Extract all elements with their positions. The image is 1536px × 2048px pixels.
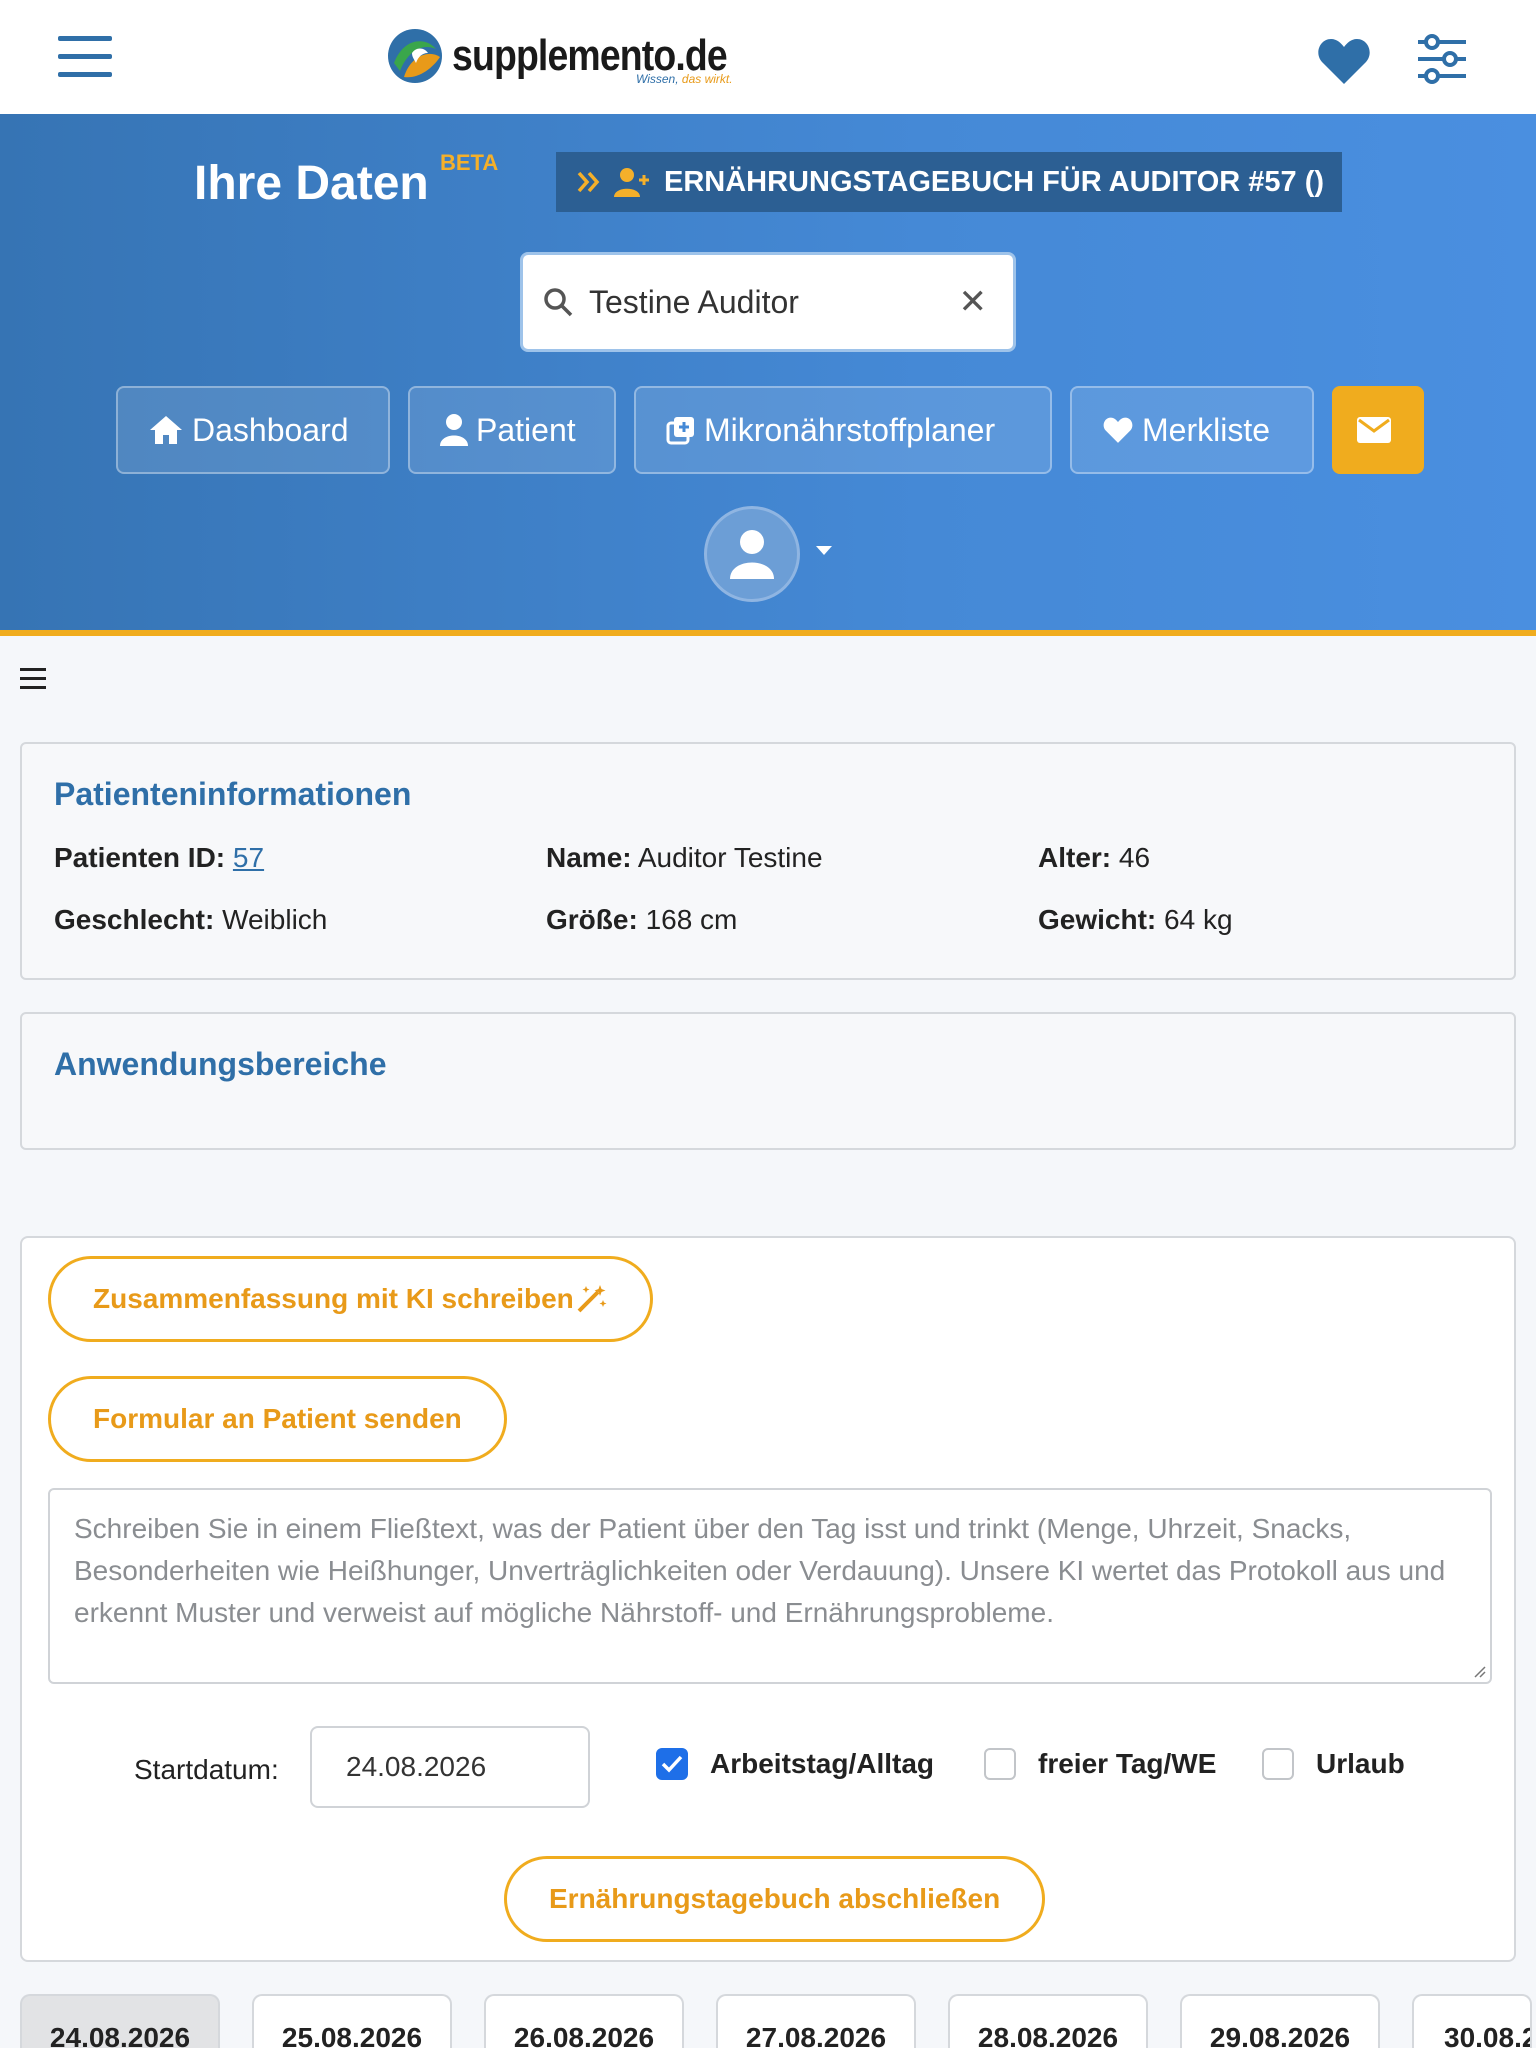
magic-wand-icon [577, 1285, 607, 1313]
patient-search[interactable]: Testine Auditor ✕ [520, 252, 1016, 352]
patient-weight-value: 64 kg [1164, 904, 1233, 935]
check-icon [661, 1755, 683, 1773]
main-nav: Dashboard Patient Mikronährstoffplaner M… [116, 386, 1424, 474]
dayoff-label: freier Tag/WE [1038, 1748, 1217, 1779]
ai-summary-label: Zusammenfassung mit KI schreiben [93, 1283, 574, 1314]
start-date-value: 24.08.2026 [346, 1751, 487, 1782]
envelope-icon [1357, 417, 1391, 443]
heart-icon [1103, 417, 1133, 443]
date-tab[interactable]: 27.08.2026 [716, 1994, 916, 2048]
date-tab[interactable]: 29.08.2026 [1180, 1994, 1380, 2048]
vacation-label: Urlaub [1316, 1748, 1405, 1779]
date-tab[interactable]: 30.08.2026 [1412, 1994, 1532, 2048]
search-input[interactable]: Testine Auditor [589, 284, 959, 321]
settings-sliders-icon[interactable] [1416, 34, 1468, 84]
user-avatar[interactable] [704, 506, 800, 602]
double-chevron-right-icon [576, 169, 602, 195]
patient-id-label: Patienten ID: [54, 842, 226, 873]
top-bar: supplemento.de Wissen, das wirkt. [0, 0, 1536, 114]
mail-button[interactable] [1332, 386, 1424, 474]
application-areas-title: Anwendungsbereiche [54, 1046, 387, 1082]
favorites-heart-icon[interactable] [1316, 36, 1372, 86]
beta-badge: BETA [440, 150, 499, 175]
logo-tagline-a: Wissen, [636, 72, 682, 86]
patient-name-row: Name: Auditor Testine [546, 842, 1038, 874]
workday-checkbox[interactable]: Arbeitstag/Alltag [656, 1748, 934, 1780]
diary-textarea-placeholder: Schreiben Sie in einem Fließtext, was de… [74, 1513, 1446, 1628]
patient-age-row: Alter: 46 [1038, 842, 1494, 874]
main-menu-icon[interactable] [58, 36, 112, 78]
workday-label: Arbeitstag/Alltag [710, 1748, 935, 1779]
nav-patient-button[interactable]: Patient [408, 386, 616, 474]
nav-watchlist-button[interactable]: Merkliste [1070, 386, 1314, 474]
send-form-button[interactable]: Formular an Patient senden [48, 1376, 507, 1462]
avatar-caret-down-icon[interactable] [816, 546, 832, 555]
patient-name-value: Auditor Testine [637, 842, 823, 873]
patient-gender-value: Weiblich [222, 904, 328, 935]
patient-height-label: Größe: [546, 904, 638, 935]
finish-diary-button[interactable]: Ernährungstagebuch abschließen [504, 1856, 1046, 1942]
patient-info-title: Patienteninformationen [54, 776, 412, 812]
date-tab[interactable]: 26.08.2026 [484, 1994, 684, 2048]
date-tab[interactable]: 24.08.2026 [20, 1994, 220, 2048]
logo-tagline-b: das wirkt. [681, 72, 733, 86]
date-tab[interactable]: 25.08.2026 [252, 1994, 452, 2048]
dayoff-checkbox[interactable]: freier Tag/WE [984, 1748, 1216, 1780]
diary-banner[interactable]: ERNÄHRUNGSTAGEBUCH FÜR AUDITOR #57 () [556, 152, 1342, 212]
start-date-input[interactable]: 24.08.2026 [310, 1726, 590, 1808]
nav-planner-button[interactable]: Mikronährstoffplaner [634, 386, 1052, 474]
logo-tagline: Wissen, das wirkt. [636, 72, 733, 86]
finish-diary-label: Ernährungstagebuch abschließen [549, 1883, 1001, 1914]
patient-id-row: Patienten ID: 57 [54, 842, 546, 874]
patient-height-row: Größe: 168 cm [546, 904, 1038, 936]
nav-planner-label: Mikronährstoffplaner [704, 411, 996, 448]
clear-search-icon[interactable]: ✕ [959, 282, 988, 322]
dayoff-checkbox-box[interactable] [984, 1748, 1016, 1780]
patient-info-grid: Patienten ID: 57 Name: Auditor Testine A… [54, 842, 1494, 936]
patient-name-label: Name: [546, 842, 632, 873]
patient-weight-row: Gewicht: 64 kg [1038, 904, 1494, 936]
vacation-checkbox[interactable]: Urlaub [1262, 1748, 1405, 1780]
medical-plus-icon [666, 417, 694, 445]
application-areas-card: Anwendungsbereiche [20, 1012, 1516, 1150]
send-form-label: Formular an Patient senden [93, 1403, 462, 1434]
nav-dashboard-label: Dashboard [192, 411, 349, 448]
nav-patient-label: Patient [476, 411, 576, 448]
patient-id-link[interactable]: 57 [233, 842, 264, 873]
nav-dashboard-button[interactable]: Dashboard [116, 386, 390, 474]
ai-summary-button[interactable]: Zusammenfassung mit KI schreiben [48, 1256, 653, 1342]
header-band: Ihre Daten BETA ERNÄHRUNGSTAGEBUCH FÜR A… [0, 114, 1536, 636]
vacation-checkbox-box[interactable] [1262, 1748, 1294, 1780]
patient-age-value: 46 [1118, 842, 1151, 873]
logo-globe-icon [388, 29, 442, 83]
resize-handle-icon[interactable] [1472, 1664, 1486, 1678]
workday-checkbox-box[interactable] [656, 1748, 688, 1780]
search-icon [544, 288, 573, 317]
patient-height-value: 168 cm [645, 904, 738, 935]
patient-gender-label: Geschlecht: [54, 904, 215, 935]
start-date-label: Startdatum: [134, 1754, 279, 1785]
user-avatar-icon [730, 530, 774, 579]
home-icon [150, 416, 182, 444]
date-tabs: 24.08.2026 25.08.2026 26.08.2026 27.08.2… [20, 1994, 1532, 2048]
diary-textarea[interactable]: Schreiben Sie in einem Fließtext, was de… [48, 1488, 1492, 1684]
patient-weight-label: Gewicht: [1038, 904, 1157, 935]
patient-gender-row: Geschlecht: Weiblich [54, 904, 546, 936]
site-logo[interactable]: supplemento.de Wissen, das wirkt. [386, 26, 775, 86]
user-icon [440, 414, 468, 446]
patient-age-label: Alter: [1038, 842, 1112, 873]
nav-watchlist-label: Merkliste [1142, 411, 1271, 448]
user-plus-icon [614, 167, 652, 197]
diary-form-card: Zusammenfassung mit KI schreiben Formula… [20, 1236, 1516, 1962]
diary-banner-label: ERNÄHRUNGSTAGEBUCH FÜR AUDITOR #57 () [664, 165, 1325, 198]
page-title: Ihre Daten [194, 157, 429, 210]
sidebar-toggle-icon[interactable] [20, 668, 46, 690]
patient-info-card: Patienteninformationen Patienten ID: 57 … [20, 742, 1516, 980]
date-tab[interactable]: 28.08.2026 [948, 1994, 1148, 2048]
